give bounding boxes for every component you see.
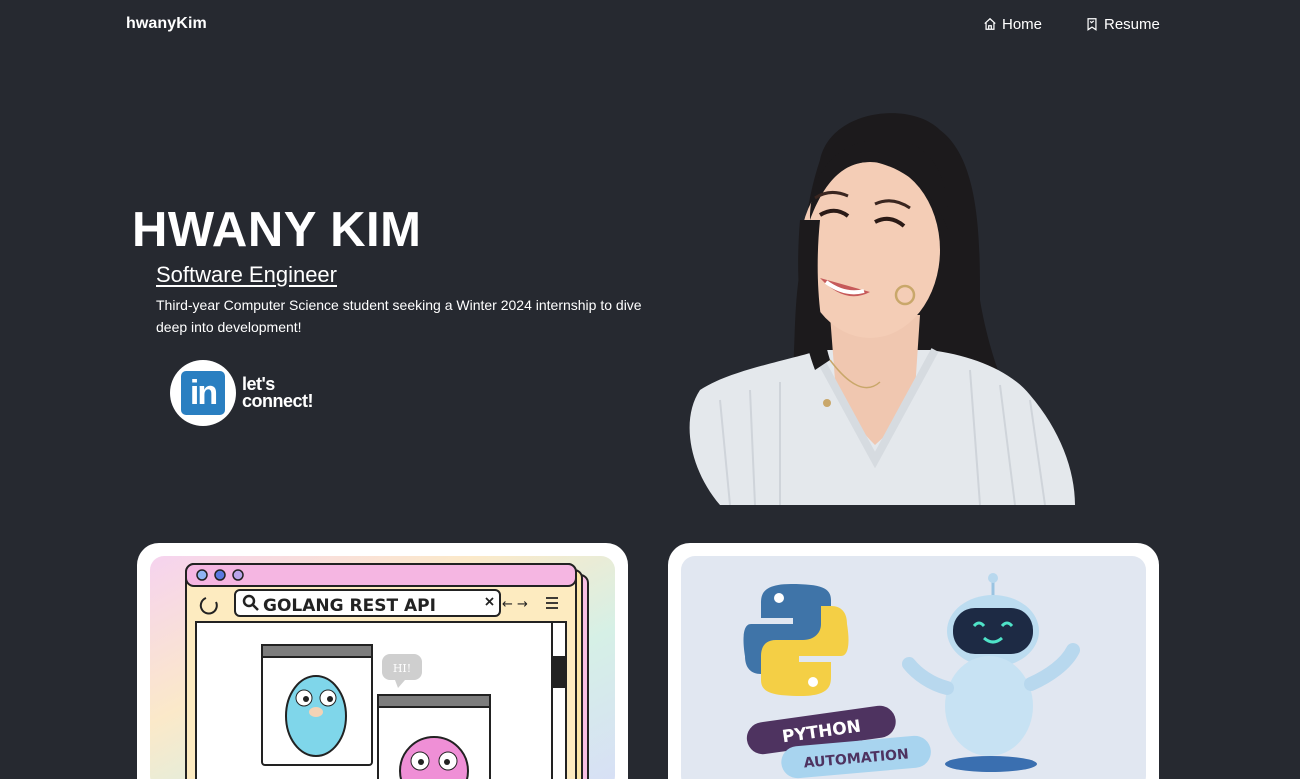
- project-card-python[interactable]: PYTHON AUTOMATION: [668, 543, 1159, 779]
- profile-portrait: [689, 113, 1075, 505]
- connect-line-2: connect!: [242, 391, 314, 411]
- linkedin-logo: in: [181, 371, 225, 415]
- nav-resume-label: Resume: [1104, 15, 1160, 33]
- home-icon: [984, 17, 996, 30]
- nav-resume-link[interactable]: Resume: [1085, 14, 1160, 34]
- python-project-image: PYTHON AUTOMATION: [681, 556, 1146, 779]
- linkedin-connect-button[interactable]: in let's connect!: [170, 360, 314, 426]
- svg-text:← →: ← →: [502, 597, 528, 612]
- nav-home-link[interactable]: Home: [983, 14, 1042, 34]
- nav-home-label: Home: [1002, 15, 1043, 33]
- brand-logo[interactable]: hwanyKim: [126, 15, 207, 33]
- project-card-golang[interactable]: GOLANG REST API ← → HI!: [137, 543, 628, 779]
- speech-bubble-text: HI!: [393, 662, 411, 675]
- hero-role: Software Engineer: [156, 262, 337, 287]
- bookmark-icon: [1087, 18, 1097, 31]
- hero-name: HWANY KIM: [132, 203, 422, 257]
- connect-text: let's connect!: [242, 375, 314, 411]
- linkedin-icon: in: [170, 360, 236, 426]
- golang-project-image: GOLANG REST API ← → HI!: [150, 556, 615, 779]
- golang-search-text: GOLANG REST API: [263, 596, 436, 616]
- hero-blurb: Third-year Computer Science student seek…: [156, 297, 642, 335]
- portfolio-page: hwanyKim Home Resume HWANY KIM Software …: [0, 0, 1300, 779]
